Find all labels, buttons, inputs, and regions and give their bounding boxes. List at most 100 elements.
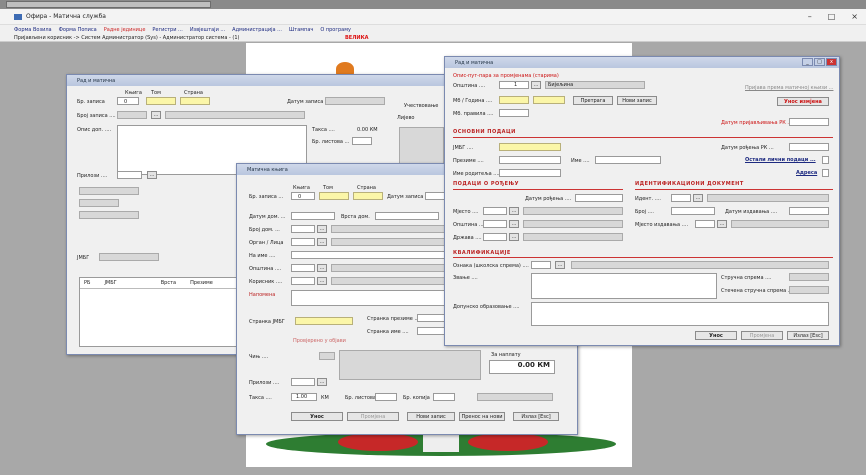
- col-jmbg: ЈМБГ: [104, 280, 117, 286]
- novi-zapis-button[interactable]: Нови запис: [617, 96, 657, 105]
- opstina2-field[interactable]: [483, 220, 507, 228]
- link-ostali-podaci[interactable]: Остали лични подаци ...: [745, 157, 816, 163]
- knjiga-field[interactable]: 0: [117, 97, 139, 105]
- link-adresa[interactable]: Адреса: [796, 170, 817, 176]
- mjesto-field[interactable]: [483, 207, 507, 215]
- maximize-icon[interactable]: □: [814, 58, 825, 66]
- drzava-field[interactable]: [483, 233, 507, 241]
- prilozi-lookup[interactable]: ...: [317, 378, 327, 386]
- ident-lookup[interactable]: ...: [693, 194, 703, 202]
- window-titlebar[interactable]: Рад и матична: [67, 75, 473, 86]
- label-prilozi: Прилози ....: [249, 380, 280, 386]
- strana-field[interactable]: [353, 192, 383, 200]
- opstina-lookup[interactable]: ...: [317, 264, 327, 272]
- datum-dom-field[interactable]: [291, 212, 335, 220]
- dopunsko-field[interactable]: [531, 302, 829, 326]
- promjena-button[interactable]: Промјена: [347, 412, 399, 421]
- link-prijava[interactable]: Пријава према матичној књизи ...: [745, 85, 833, 91]
- prilozi-lookup[interactable]: ...: [147, 171, 157, 179]
- ostali-checkbox[interactable]: [822, 156, 829, 164]
- izlaz-button[interactable]: Излаз [Esc]: [787, 331, 829, 340]
- opstina-lookup[interactable]: ...: [531, 81, 541, 89]
- datum-rodj-field[interactable]: [789, 143, 829, 151]
- tom-field[interactable]: [319, 192, 349, 200]
- prilozi-field[interactable]: [117, 171, 142, 179]
- sifra-field[interactable]: [531, 261, 551, 269]
- menu-item[interactable]: Штампач: [289, 27, 313, 33]
- korisnik-lookup[interactable]: ...: [317, 277, 327, 285]
- datum-rodjenja-field[interactable]: [575, 194, 623, 202]
- close-icon[interactable]: x: [826, 58, 837, 66]
- organ-lookup[interactable]: ...: [317, 238, 327, 246]
- strucna-select[interactable]: [789, 273, 829, 281]
- br-listova-field[interactable]: [352, 137, 372, 145]
- label-strana: Страна: [357, 185, 376, 191]
- prilozi-field[interactable]: [291, 378, 315, 386]
- tom-field[interactable]: [146, 97, 176, 105]
- mb-field[interactable]: [499, 96, 529, 104]
- jmbg-field[interactable]: [99, 253, 159, 261]
- unos-button[interactable]: Унос: [695, 331, 737, 340]
- datum-zapisa-field[interactable]: [325, 97, 385, 105]
- mb-pravila-field[interactable]: [499, 109, 529, 117]
- opstina-field[interactable]: [291, 264, 315, 272]
- mjesto-lookup[interactable]: ...: [509, 207, 519, 215]
- window-titlebar[interactable]: Рад и матична: [445, 57, 839, 68]
- ident-field[interactable]: [671, 194, 691, 202]
- stranka-jmbg-field[interactable]: [295, 317, 353, 325]
- menu-bar: Форма Возила Форма Пописа Радне јединице…: [0, 25, 866, 34]
- broj-zapisa-field[interactable]: [117, 111, 147, 119]
- godina-field[interactable]: [533, 96, 565, 104]
- strana-field[interactable]: [180, 97, 210, 105]
- menu-item[interactable]: Форма Возила: [14, 27, 52, 33]
- br-listova-field[interactable]: [375, 393, 397, 401]
- korisnik-field[interactable]: [291, 277, 315, 285]
- label-stranka-jmbg: Странка ЈМБГ: [249, 319, 285, 325]
- vrsta-dom-field[interactable]: [375, 212, 439, 220]
- minimize-button[interactable]: –: [808, 12, 812, 21]
- radio-lijevo[interactable]: Лијево: [397, 115, 414, 121]
- broj-field[interactable]: [671, 207, 715, 215]
- mjesto-izdavanja-lookup[interactable]: ...: [717, 220, 727, 228]
- maximize-button[interactable]: □: [828, 12, 836, 21]
- zvanje-field[interactable]: [531, 273, 717, 299]
- opstina2-lookup[interactable]: ...: [509, 220, 519, 228]
- close-button[interactable]: ×: [851, 12, 858, 21]
- opstina-field[interactable]: 1: [499, 81, 529, 89]
- cinj-btn[interactable]: [319, 352, 335, 360]
- unos-button[interactable]: Унос: [291, 412, 343, 421]
- prenos-button[interactable]: Пренос на нови: [459, 412, 505, 421]
- prezime-field[interactable]: [499, 156, 561, 164]
- lookup-button[interactable]: ...: [151, 111, 161, 119]
- ime-roditelja-field[interactable]: [499, 169, 561, 177]
- pretraga-button[interactable]: Претрага: [573, 96, 613, 105]
- jmbg-field[interactable]: [499, 143, 561, 151]
- izlaz-button[interactable]: Излаз [Esc]: [513, 412, 559, 421]
- menu-item[interactable]: Регистри ...: [152, 27, 182, 33]
- broj-dom-lookup[interactable]: ...: [317, 225, 327, 233]
- ime-field[interactable]: [595, 156, 661, 164]
- adresa-checkbox[interactable]: [822, 169, 829, 177]
- taksa-field[interactable]: 1.00: [291, 393, 317, 401]
- promjena-button[interactable]: Промјена: [741, 331, 783, 340]
- sifra-lookup[interactable]: ...: [555, 261, 565, 269]
- datum-izdavanja-field[interactable]: [789, 207, 829, 215]
- menu-item[interactable]: Форма Пописа: [59, 27, 97, 33]
- novi-zapis-button[interactable]: Нови запис: [407, 412, 455, 421]
- datum-prijave-field[interactable]: [789, 118, 829, 126]
- br-kopija-field[interactable]: [433, 393, 455, 401]
- knjiga-field[interactable]: 0: [291, 192, 315, 200]
- mjesto-izdavanja-field[interactable]: [695, 220, 715, 228]
- menu-item[interactable]: Администрација ...: [232, 27, 282, 33]
- menu-item[interactable]: О програму: [320, 27, 351, 33]
- unos-izmjena-button[interactable]: Унос измјена: [777, 97, 829, 106]
- organ-field[interactable]: [291, 238, 315, 246]
- browser-tab[interactable]: [6, 1, 211, 8]
- menu-item[interactable]: Извјештаји ...: [190, 27, 225, 33]
- drzava-lookup[interactable]: ...: [509, 233, 519, 241]
- checkbox-provjereno[interactable]: Провјерено у објави: [293, 338, 346, 344]
- broj-dom-field[interactable]: [291, 225, 315, 233]
- menu-item[interactable]: Радне јединице: [104, 27, 146, 33]
- minimize-icon[interactable]: _: [802, 58, 813, 66]
- stecena-select[interactable]: [789, 286, 829, 294]
